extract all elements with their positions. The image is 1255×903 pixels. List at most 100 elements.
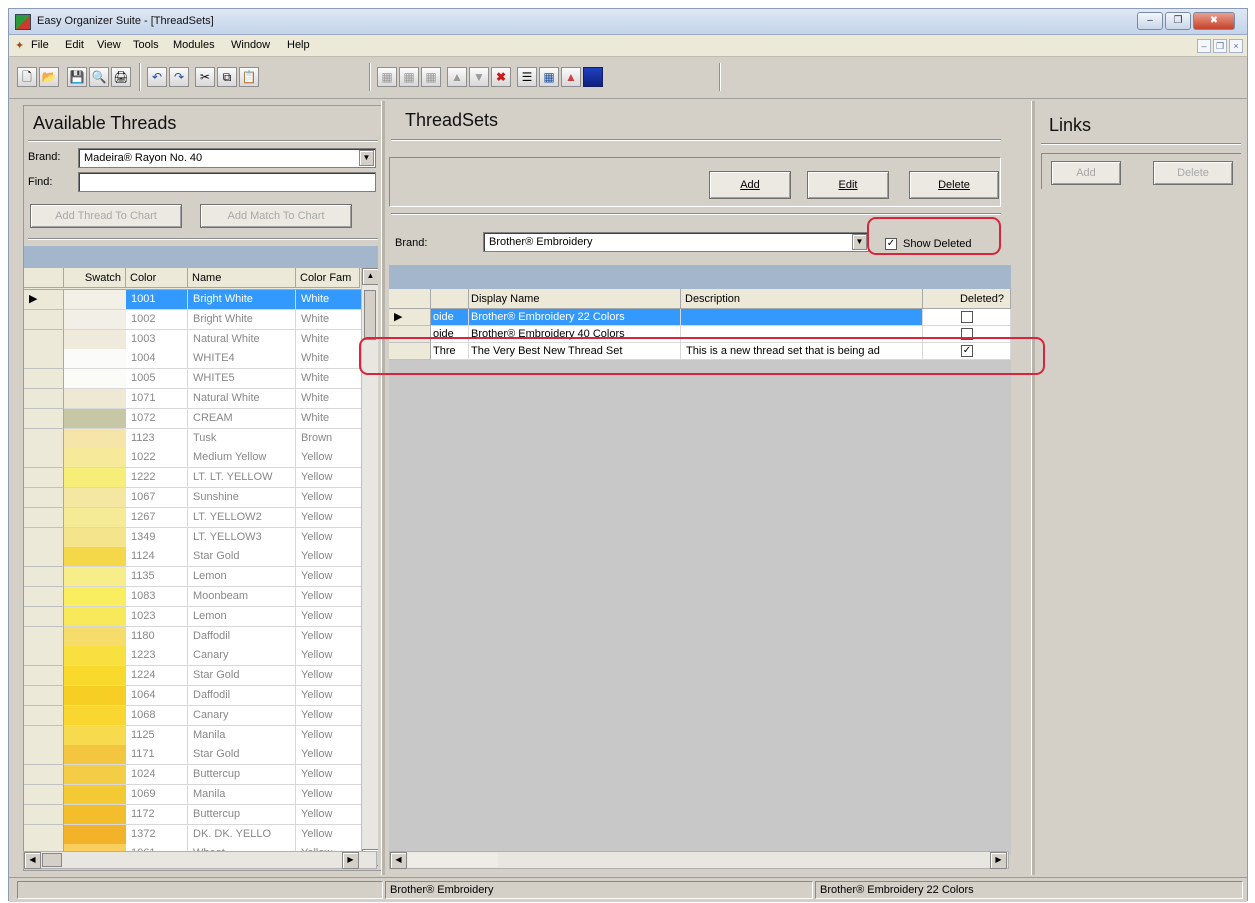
monitor-button[interactable] (583, 67, 603, 87)
menu-tools[interactable]: Tools (133, 39, 159, 51)
copy-button[interactable]: ⧉ (217, 67, 237, 87)
menu-file[interactable]: File (31, 39, 49, 51)
mdi-document-icon[interactable]: ✦ (15, 39, 24, 52)
scroll-right-icon[interactable]: ▶ (990, 852, 1007, 869)
row-selector[interactable] (24, 408, 64, 429)
table-row[interactable]: 1002 Bright White White (24, 309, 362, 330)
scroll-left-icon[interactable]: ◀ (390, 852, 407, 869)
table-row[interactable]: ▶ 1001 Bright White White (24, 290, 362, 310)
chevron-down-icon[interactable]: ▼ (359, 150, 374, 166)
table-row[interactable]: 1005 WHITE5 White (24, 369, 362, 390)
table-row[interactable]: 1222 LT. LT. YELLOW Yellow (24, 468, 362, 489)
row-selector[interactable] (24, 507, 64, 528)
row-selector[interactable] (24, 309, 64, 330)
find-input[interactable] (78, 172, 376, 192)
grid-button-3[interactable]: ▦ (421, 67, 441, 87)
scroll-thumb[interactable] (408, 853, 498, 867)
table-row[interactable]: 1004 WHITE4 White (24, 349, 362, 370)
col-name[interactable]: Name (188, 268, 296, 288)
col-display-name[interactable]: Display Name (469, 289, 681, 309)
menu-modules[interactable]: Modules (173, 39, 215, 51)
row-selector[interactable] (24, 428, 64, 449)
table-row[interactable]: 1267 LT. YELLOW2 Yellow (24, 507, 362, 528)
table-row[interactable]: 1224 Star Gold Yellow (24, 666, 362, 687)
left-brand-dropdown[interactable]: Madeira® Rayon No. 40 ▼ (78, 148, 376, 168)
cut-button[interactable]: ✂ (195, 67, 215, 87)
table-row[interactable]: 1072 CREAM White (24, 408, 362, 429)
move-down-button[interactable]: ▼ (469, 67, 489, 87)
row-selector[interactable] (24, 824, 64, 845)
table-row[interactable]: 1124 Star Gold Yellow (24, 547, 362, 568)
table-row[interactable]: 1223 Canary Yellow (24, 646, 362, 667)
row-selector[interactable] (24, 686, 64, 706)
col-code[interactable] (431, 289, 469, 309)
restore-button[interactable]: ❐ (1165, 12, 1191, 30)
row-selector[interactable] (24, 369, 64, 390)
open-folder-button[interactable]: 📂 (39, 67, 59, 87)
row-selector[interactable]: ▶ (24, 290, 64, 310)
threadset-row[interactable]: ▶ oide Brother® Embroidery 22 Colors (389, 309, 1011, 326)
menu-view[interactable]: View (97, 39, 121, 51)
table-row[interactable]: 1135 Lemon Yellow (24, 567, 362, 588)
table-row[interactable]: 1180 Daffodil Yellow (24, 626, 362, 647)
col-color[interactable]: Color (126, 268, 188, 288)
table-row[interactable]: 1123 Tusk Brown (24, 428, 362, 449)
col-swatch[interactable]: Swatch (64, 268, 126, 288)
new-file-button[interactable]: 🗋 (17, 67, 37, 87)
table-row[interactable]: 1023 Lemon Yellow (24, 606, 362, 627)
mdi-minimize-button[interactable]: – (1197, 39, 1211, 53)
add-link-button[interactable]: Add (1051, 161, 1121, 185)
row-selector[interactable] (24, 606, 64, 627)
left-splitter[interactable] (381, 101, 385, 875)
table-row[interactable]: 1349 LT. YELLOW3 Yellow (24, 527, 362, 548)
grid-button-1[interactable]: ▦ (377, 67, 397, 87)
row-selector[interactable] (24, 527, 64, 548)
threadsets-horizontal-scrollbar[interactable]: ◀ ▶ (389, 851, 1009, 869)
row-selector[interactable] (24, 745, 64, 766)
row-selector[interactable] (24, 468, 64, 489)
delete-threadset-button[interactable]: Delete (909, 171, 999, 199)
row-selector[interactable] (24, 389, 64, 409)
grid-button-2[interactable]: ▦ (399, 67, 419, 87)
add-thread-to-chart-button[interactable]: Add Thread To Chart (30, 204, 182, 228)
row-selector[interactable] (24, 448, 64, 469)
row-selector[interactable] (24, 804, 64, 825)
table-row[interactable]: 1024 Buttercup Yellow (24, 765, 362, 786)
threads-horizontal-scrollbar[interactable]: ◀ ▶ (23, 851, 377, 869)
scroll-up-icon[interactable]: ▲ (362, 268, 378, 285)
table-row[interactable]: 1172 Buttercup Yellow (24, 804, 362, 825)
paste-button[interactable]: 📋 (239, 67, 259, 87)
redo-button[interactable]: ↷ (169, 67, 189, 87)
chevron-down-icon[interactable]: ▼ (852, 234, 867, 250)
row-selector[interactable] (24, 725, 64, 746)
row-selector[interactable] (24, 646, 64, 667)
col-description[interactable]: Description (681, 289, 923, 309)
print-button[interactable]: 🖨 (111, 67, 131, 87)
table-row[interactable]: 1125 Manila Yellow (24, 725, 362, 746)
mdi-restore-button[interactable]: ❐ (1213, 39, 1227, 53)
move-up-button[interactable]: ▲ (447, 67, 467, 87)
table-row[interactable]: 1071 Natural White White (24, 389, 362, 409)
add-match-to-chart-button[interactable]: Add Match To Chart (200, 204, 352, 228)
table-row[interactable]: 1171 Star Gold Yellow (24, 745, 362, 766)
delete-record-button[interactable]: ✖ (491, 67, 511, 87)
center-brand-dropdown[interactable]: Brother® Embroidery ▼ (483, 232, 869, 252)
row-selector[interactable] (24, 567, 64, 588)
undo-button[interactable]: ↶ (147, 67, 167, 87)
row-selector[interactable] (24, 488, 64, 508)
print-preview-button[interactable]: 🔍 (89, 67, 109, 87)
row-selector[interactable] (24, 329, 64, 350)
row-selector[interactable] (24, 666, 64, 687)
edit-threadset-button[interactable]: Edit (807, 171, 889, 199)
deleted-checkbox[interactable] (961, 311, 973, 323)
row-selector[interactable] (24, 626, 64, 647)
table-row[interactable]: 1022 Medium Yellow Yellow (24, 448, 362, 469)
table-row[interactable]: 1003 Natural White White (24, 329, 362, 350)
chart-button[interactable]: ▲ (561, 67, 581, 87)
table-row[interactable]: 1069 Manila Yellow (24, 785, 362, 805)
table-row[interactable]: 1068 Canary Yellow (24, 705, 362, 726)
row-selector[interactable] (24, 349, 64, 370)
save-button[interactable]: 💾 (67, 67, 87, 87)
close-button[interactable]: ✖ (1193, 12, 1235, 30)
scroll-thumb[interactable] (42, 853, 62, 867)
